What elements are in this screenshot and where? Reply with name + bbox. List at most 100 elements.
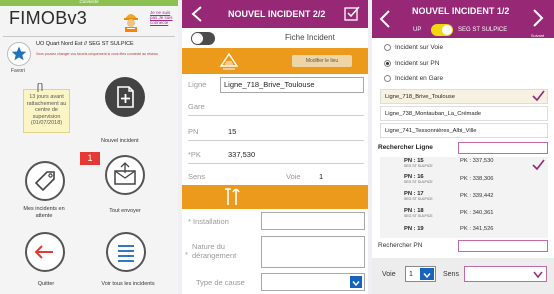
quit-label: Quitter bbox=[37, 281, 55, 287]
scope-toggle[interactable] bbox=[431, 24, 453, 36]
cause-type-label: Type de cause bbox=[196, 278, 245, 287]
next-label: Suivant bbox=[530, 33, 545, 38]
toggle-knob bbox=[192, 33, 203, 44]
track-label: Voie bbox=[286, 172, 301, 181]
back-chevron-icon[interactable] bbox=[190, 6, 204, 22]
paperclip-icon bbox=[37, 83, 43, 92]
line-field[interactable]: Ligne_718_Brive_Toulouse bbox=[220, 77, 364, 93]
line-name: Ligne_741_Tessonnières_Albi_Ville bbox=[385, 128, 477, 134]
pn-row-pk: PK : 338,306 bbox=[460, 176, 494, 182]
view-all-incidents-label: Voir tous les incidents bbox=[101, 281, 155, 287]
site-label: UO Quart Nord Est // SEG ST SULPICE bbox=[36, 41, 134, 47]
incident-sheet-toggle[interactable] bbox=[191, 32, 215, 45]
installation-field[interactable] bbox=[261, 212, 365, 230]
radio-track-incident[interactable] bbox=[384, 44, 391, 51]
search-pn-label: Rechercher PN bbox=[378, 242, 423, 249]
nature-label: Nature du dérangement bbox=[192, 242, 237, 261]
forward-chevron-icon bbox=[532, 9, 543, 27]
divider bbox=[3, 36, 175, 37]
search-pn-input[interactable] bbox=[458, 240, 548, 252]
track-dropdown-button[interactable] bbox=[420, 268, 434, 280]
envelope-icon bbox=[114, 162, 136, 185]
pn-underline bbox=[188, 140, 364, 141]
cause-section-bar bbox=[182, 185, 368, 209]
pk-label: *PK bbox=[188, 150, 201, 159]
option-station-label: Incident en Gare bbox=[395, 75, 444, 82]
home-screen: Connecté FIMOBv3 Je ne suis pas Je suis … bbox=[0, 0, 178, 294]
direction-select[interactable] bbox=[464, 266, 547, 282]
send-all-label: Tout envoyer bbox=[109, 208, 141, 214]
pn-row-pk: PK : 340,361 bbox=[460, 210, 494, 216]
arrow-left-icon bbox=[34, 245, 53, 259]
toggle-knob bbox=[442, 25, 452, 35]
favorites-button[interactable] bbox=[7, 42, 31, 66]
connection-status: Connecté bbox=[79, 0, 99, 4]
line-list-item-selected[interactable]: Ligne_718_Brive_Toulouse bbox=[380, 89, 548, 104]
pn-row-pk: PK : 337,530 bbox=[460, 158, 494, 164]
check-icon bbox=[532, 159, 545, 171]
check-icon bbox=[532, 90, 545, 102]
radio-station-incident[interactable] bbox=[384, 75, 391, 82]
station-underline bbox=[188, 115, 364, 116]
line-value: Ligne_718_Brive_Toulouse bbox=[224, 80, 315, 89]
pn-label: PN bbox=[188, 127, 199, 136]
station-label: Gare bbox=[188, 102, 205, 111]
cause-dropdown-button[interactable] bbox=[350, 276, 362, 288]
new-incident-label: Nouvel incident bbox=[101, 138, 139, 144]
option-track-label: Incident sur Voie bbox=[395, 44, 444, 51]
pn-row-seg: SEG ST SULPICE bbox=[404, 197, 433, 201]
track-select[interactable]: 1 bbox=[405, 266, 436, 282]
pn-row-pk: PK : 339,442 bbox=[460, 193, 494, 199]
chevron-down-icon bbox=[352, 281, 360, 287]
supervision-note: 13 jours avant rattachement au centre de… bbox=[23, 89, 70, 133]
star-icon bbox=[11, 46, 27, 61]
modify-place-button[interactable]: Modifier le lieu bbox=[292, 55, 352, 67]
checkbox-submit-icon[interactable] bbox=[344, 5, 361, 22]
search-line-input[interactable] bbox=[458, 142, 548, 154]
pk-underline bbox=[188, 163, 364, 164]
line-list-item[interactable]: Ligne_738_Montauban_La_Crémade bbox=[380, 106, 548, 121]
pn-row-pk: PK : 341,526 bbox=[460, 226, 494, 232]
pn-row-seg: SEG ST SULPICE bbox=[404, 164, 433, 168]
view-all-incidents-button[interactable] bbox=[106, 232, 146, 272]
line-name: Ligne_738_Montauban_La_Crémade bbox=[385, 111, 482, 117]
pn-row-seg: SEG ST SULPICE bbox=[404, 180, 433, 184]
pending-incidents-button[interactable] bbox=[25, 161, 65, 201]
line-name: Ligne_718_Brive_Toulouse bbox=[385, 94, 455, 100]
line-list-item[interactable]: Ligne_741_Tessonnières_Albi_Ville bbox=[380, 123, 548, 138]
direction-label: Sens bbox=[443, 271, 459, 278]
tools-icon bbox=[225, 188, 240, 205]
pn-row-number[interactable]: PN : 19 bbox=[404, 226, 424, 232]
installation-label: * Installation bbox=[188, 217, 229, 226]
track-select-value: 1 bbox=[409, 271, 413, 278]
pending-count-badge: 1 bbox=[80, 152, 100, 165]
pn-value[interactable]: 15 bbox=[228, 127, 236, 136]
next-button[interactable]: Suivant bbox=[525, 8, 550, 38]
radio-pn-incident[interactable] bbox=[384, 60, 391, 67]
new-incident-button[interactable] bbox=[105, 77, 145, 117]
screen-title: NOUVEL INCIDENT 1/2 bbox=[412, 6, 510, 16]
level-crossing-icon bbox=[219, 52, 239, 70]
new-document-icon bbox=[117, 86, 134, 108]
option-pn-label: Incident sur PN bbox=[395, 60, 440, 67]
not-me-link[interactable]: Je ne suis pas Je suis connecté bbox=[150, 10, 176, 26]
incident-form-step1: NOUVEL INCIDENT 1/2 UP SEG ST SULPICE Su… bbox=[372, 0, 554, 294]
direction-label: Sens bbox=[188, 172, 206, 181]
incident-form-step2: NOUVEL INCIDENT 2/2 Fiche Incident Modif… bbox=[182, 0, 368, 294]
screen-title: NOUVEL INCIDENT 2/2 bbox=[228, 9, 326, 19]
track-label: Voie bbox=[382, 271, 396, 278]
chevron-down-icon bbox=[533, 271, 543, 279]
toggle-left-label: UP bbox=[413, 27, 422, 33]
list-icon bbox=[118, 245, 134, 262]
quit-button[interactable] bbox=[25, 232, 65, 272]
track-value[interactable]: 1 bbox=[319, 172, 323, 181]
search-line-label: Rechercher Ligne bbox=[378, 144, 433, 151]
nature-asterisk: * bbox=[185, 250, 188, 259]
back-chevron-icon[interactable] bbox=[378, 9, 392, 29]
nature-field[interactable] bbox=[261, 236, 365, 268]
send-all-button[interactable] bbox=[105, 155, 145, 195]
chevron-down-icon bbox=[423, 273, 431, 279]
cause-type-select[interactable] bbox=[261, 273, 365, 291]
pk-value[interactable]: 337,530 bbox=[228, 150, 255, 159]
worker-avatar-icon bbox=[124, 14, 138, 32]
